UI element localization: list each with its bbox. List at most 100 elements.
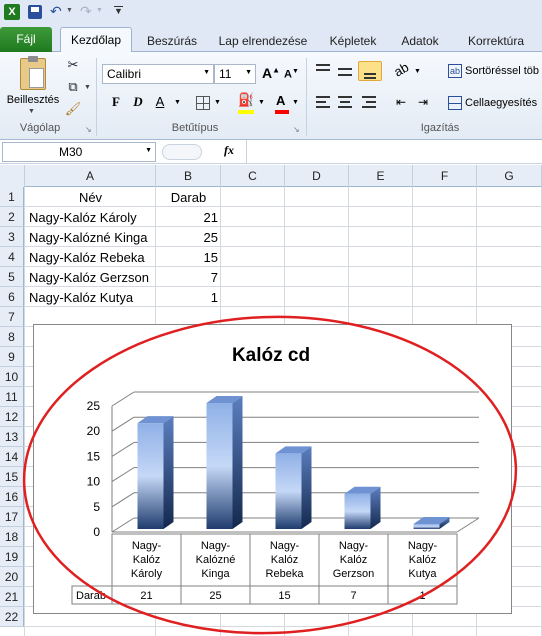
font-color-icon[interactable]: A <box>276 93 285 108</box>
wrap-text-icon[interactable]: ab <box>448 64 462 78</box>
italic-button[interactable]: D <box>130 94 146 112</box>
cell-a1[interactable]: Név <box>26 188 155 208</box>
row-header-7[interactable]: 7 <box>0 307 24 327</box>
tab-data[interactable]: Adatok <box>392 31 448 52</box>
insert-function-icon[interactable]: fx <box>224 143 234 158</box>
align-middle-icon[interactable] <box>338 68 352 76</box>
row-header-11[interactable]: 11 <box>0 387 24 407</box>
name-box[interactable]: M30 ▼ <box>2 142 156 162</box>
cut-icon[interactable]: ✂ <box>64 56 82 74</box>
cell-a2[interactable]: Nagy-Kalóz Károly <box>29 208 137 228</box>
row-header-8[interactable]: 8 <box>0 327 24 347</box>
font-color-dropdown-icon[interactable]: ▼ <box>292 99 299 106</box>
format-painter-icon[interactable]: 🖌 <box>64 100 82 118</box>
redo-icon[interactable]: ↷ <box>80 3 92 20</box>
cell-a3[interactable]: Nagy-Kalózné Kinga <box>29 228 148 248</box>
row-header-19[interactable]: 19 <box>0 547 24 567</box>
column-header-c[interactable]: C <box>221 165 285 187</box>
excel-icon[interactable]: X <box>4 4 20 20</box>
paste-button[interactable]: Beillesztés <box>4 94 62 106</box>
row-header-6[interactable]: 6 <box>0 287 24 307</box>
cell-a6[interactable]: Nagy-Kalóz Kutya <box>29 288 133 308</box>
tab-file[interactable]: Fájl <box>0 27 52 52</box>
row-header-21[interactable]: 21 <box>0 587 24 607</box>
wrap-text-button[interactable]: Sortöréssel töb <box>465 65 539 77</box>
merge-cells-icon[interactable] <box>448 96 462 110</box>
cell-b4[interactable]: 15 <box>157 248 218 268</box>
row-header-1[interactable]: 1 <box>0 187 24 207</box>
orientation-icon[interactable]: ab <box>391 59 411 79</box>
fill-dropdown-icon[interactable]: ▼ <box>258 99 265 106</box>
row-header-2[interactable]: 2 <box>0 207 24 227</box>
bold-button[interactable]: F <box>108 94 124 112</box>
row-header-13[interactable]: 13 <box>0 427 24 447</box>
row-header-22[interactable]: 22 <box>0 607 24 627</box>
bar-front-3 <box>275 453 302 529</box>
row-header-9[interactable]: 9 <box>0 347 24 367</box>
row-header-10[interactable]: 10 <box>0 367 24 387</box>
font-size-select[interactable]: 11 ▼ <box>214 64 256 84</box>
cell-b5[interactable]: 7 <box>157 268 218 288</box>
undo-dropdown-icon[interactable]: ▼ <box>66 7 73 14</box>
column-header-e[interactable]: E <box>349 165 413 187</box>
cell-b3[interactable]: 25 <box>157 228 218 248</box>
paste-icon[interactable] <box>20 56 46 90</box>
dialog-launcher-icon[interactable]: ↘ <box>293 125 300 134</box>
align-right-icon[interactable] <box>362 96 376 108</box>
grow-font-icon[interactable]: A▲ <box>262 65 280 81</box>
copy-icon[interactable]: ⧉ <box>64 78 82 96</box>
redo-dropdown-icon[interactable]: ▼ <box>96 7 103 14</box>
formula-bar-resize-handle[interactable] <box>162 144 202 160</box>
column-header-d[interactable]: D <box>285 165 349 187</box>
row-header-5[interactable]: 5 <box>0 267 24 287</box>
paste-dropdown-icon[interactable]: ▼ <box>28 108 35 115</box>
shrink-font-icon[interactable]: A▼ <box>284 68 299 81</box>
align-top-icon[interactable] <box>316 64 330 78</box>
save-icon[interactable] <box>28 5 42 19</box>
embedded-chart[interactable]: Kalóz cd 0 5 10 15 20 25 Nagy- Kalóz Károly 21 Nagy… <box>33 324 512 614</box>
column-header-f[interactable]: F <box>413 165 477 187</box>
cell-a4[interactable]: Nagy-Kalóz Rebeka <box>29 248 145 268</box>
align-left-icon[interactable] <box>316 96 330 108</box>
increase-indent-icon[interactable]: ⇥ <box>418 95 428 109</box>
column-header-a[interactable]: A <box>25 165 156 187</box>
cell-a5[interactable]: Nagy-Kalóz Gerzson <box>29 268 149 288</box>
copy-dropdown-icon[interactable]: ▼ <box>84 84 91 91</box>
chevron-down-icon[interactable]: ▼ <box>145 147 152 154</box>
row-header-20[interactable]: 20 <box>0 567 24 587</box>
orientation-dropdown-icon[interactable]: ▼ <box>414 68 421 75</box>
borders-dropdown-icon[interactable]: ▼ <box>214 99 221 106</box>
cell-b6[interactable]: 1 <box>157 288 218 308</box>
tab-formulas[interactable]: Képletek <box>322 31 384 52</box>
underline-button[interactable]: A <box>152 94 168 112</box>
decrease-indent-icon[interactable]: ⇤ <box>396 95 406 109</box>
tab-page-layout[interactable]: Lap elrendezése <box>212 31 314 52</box>
column-header-g[interactable]: G <box>477 165 542 187</box>
tab-home[interactable]: Kezdőlap <box>60 27 132 53</box>
font-name-select[interactable]: Calibri ▼ <box>102 64 214 84</box>
select-all-corner[interactable] <box>0 165 25 187</box>
row-header-14[interactable]: 14 <box>0 447 24 467</box>
undo-icon[interactable]: ↶ <box>50 3 62 20</box>
tab-insert[interactable]: Beszúrás <box>140 31 204 52</box>
customize-qat-icon[interactable]: ▼ <box>114 6 123 16</box>
row-header-16[interactable]: 16 <box>0 487 24 507</box>
row-header-3[interactable]: 3 <box>0 227 24 247</box>
dialog-launcher-icon[interactable]: ↘ <box>85 125 92 134</box>
cell-b2[interactable]: 21 <box>157 208 218 228</box>
row-header-17[interactable]: 17 <box>0 507 24 527</box>
row-header-12[interactable]: 12 <box>0 407 24 427</box>
row-header-4[interactable]: 4 <box>0 247 24 267</box>
underline-dropdown-icon[interactable]: ▼ <box>174 99 181 106</box>
fill-color-icon[interactable]: ⛽ <box>238 92 254 108</box>
borders-icon[interactable] <box>196 96 210 110</box>
cell-b1[interactable]: Darab <box>157 188 220 208</box>
formula-input[interactable] <box>246 140 542 163</box>
column-header-b[interactable]: B <box>156 165 221 187</box>
tab-review[interactable]: Korrektúra <box>458 31 534 52</box>
align-bottom-icon[interactable] <box>358 61 382 81</box>
row-header-15[interactable]: 15 <box>0 467 24 487</box>
row-header-18[interactable]: 18 <box>0 527 24 547</box>
align-center-icon[interactable] <box>338 96 352 108</box>
merge-cells-button[interactable]: Cellaegyesítés <box>465 97 537 109</box>
